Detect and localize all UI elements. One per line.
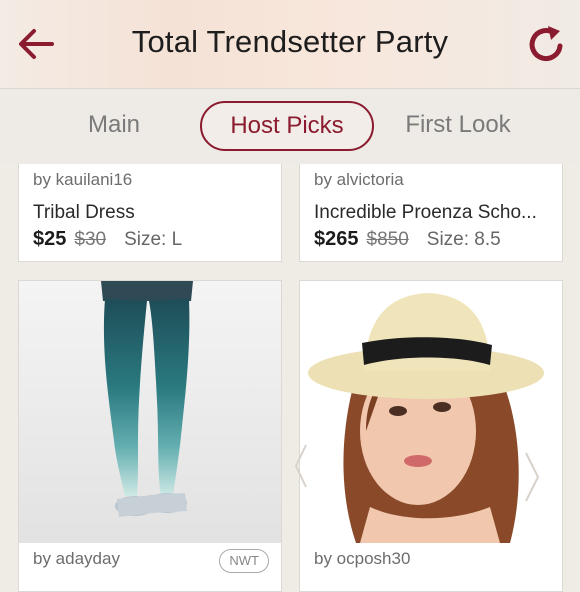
price-row: $265 $850 Size: 8.5 <box>314 228 501 251</box>
size: Size: 8.5 <box>426 229 501 250</box>
listing-card[interactable]: by ocposh30 <box>294 280 563 592</box>
top-bar: Total Trendsetter Party <box>0 0 580 89</box>
refresh-button[interactable] <box>524 22 568 66</box>
listing-card[interactable]: by alvictoria Incredible Proenza Scho...… <box>299 164 563 262</box>
page-title: Total Trendsetter Party <box>131 24 449 59</box>
price: $25 <box>33 228 67 250</box>
seller-name[interactable]: by ocposh30 <box>314 549 410 569</box>
tab-main[interactable]: Main <box>60 101 168 149</box>
nwt-badge: NWT <box>219 549 269 573</box>
price: $265 <box>314 228 359 250</box>
item-title: Incredible Proenza Scho... <box>314 202 537 223</box>
refresh-icon <box>529 26 563 62</box>
seller-name[interactable]: by kauilani16 <box>33 170 132 190</box>
listing-card[interactable]: by adayday NWT <box>18 280 282 592</box>
tab-bar: Main Host Picks First Look <box>0 89 580 163</box>
seller-name[interactable]: by alvictoria <box>314 170 404 190</box>
original-price: $30 <box>74 229 107 250</box>
seller-name[interactable]: by adayday <box>33 549 120 569</box>
item-title: Tribal Dress <box>33 202 135 223</box>
teal-ombre-tights-photo[interactable] <box>19 281 281 543</box>
chevron-left-icon[interactable] <box>292 441 310 491</box>
listing-card[interactable]: by kauilani16 Tribal Dress $25 $30 Size: L <box>18 164 282 262</box>
price-row: $25 $30 Size: L <box>33 228 182 251</box>
chevron-right-icon[interactable] <box>520 449 544 505</box>
original-price: $850 <box>366 229 409 250</box>
size: Size: L <box>124 229 183 250</box>
tab-host-picks[interactable]: Host Picks <box>200 101 374 151</box>
tab-first-look[interactable]: First Look <box>390 101 526 149</box>
